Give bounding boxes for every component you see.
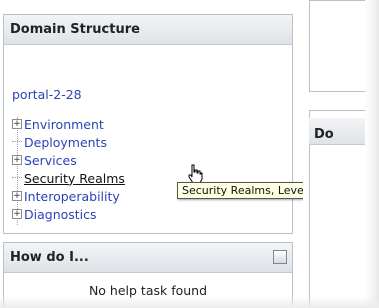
how-do-i-header: How do I... [4, 243, 292, 273]
right-box-top [309, 0, 369, 92]
bottom-torn-edge [0, 296, 379, 308]
expand-icon[interactable]: + [12, 155, 22, 165]
console-screenshot: Domain Structure portal-2-28 + Environme… [0, 0, 379, 308]
domain-structure-title: Domain Structure [10, 22, 140, 37]
torn-edge [365, 0, 379, 308]
how-do-i-title: How do I... [10, 250, 89, 265]
tree-item-environment[interactable]: + Environment [12, 115, 104, 133]
tree-branch-line [12, 177, 22, 179]
expand-panel-icon[interactable] [273, 250, 287, 264]
tree-branch-line [12, 141, 22, 143]
domain-structure-header: Domain Structure [4, 15, 292, 45]
tree-item-interoperability[interactable]: + Interoperability [12, 187, 120, 205]
tree-root-link[interactable]: portal-2-28 [12, 87, 82, 102]
tree-item-deployments[interactable]: Deployments [12, 133, 107, 151]
tree-item-services[interactable]: + Services [12, 151, 77, 169]
tree-item-label[interactable]: Security Realms [24, 171, 125, 186]
tree-item-label[interactable]: Diagnostics [24, 207, 97, 222]
expand-icon[interactable]: + [12, 209, 22, 219]
tree-item-security-realms[interactable]: Security Realms [12, 169, 125, 187]
hand-cursor-icon [188, 164, 203, 184]
domain-structure-panel: Domain Structure portal-2-28 + Environme… [3, 14, 293, 234]
expand-icon[interactable]: + [12, 119, 22, 129]
tree-item-diagnostics[interactable]: + Diagnostics [12, 205, 97, 223]
tree-item-label[interactable]: Services [24, 153, 77, 168]
right-box-title: Do [314, 127, 334, 142]
tree-item-label[interactable]: Interoperability [24, 189, 120, 204]
tree-item-label[interactable]: Environment [24, 117, 104, 132]
tree-item-label[interactable]: Deployments [24, 135, 107, 150]
expand-icon[interactable]: + [12, 191, 22, 201]
